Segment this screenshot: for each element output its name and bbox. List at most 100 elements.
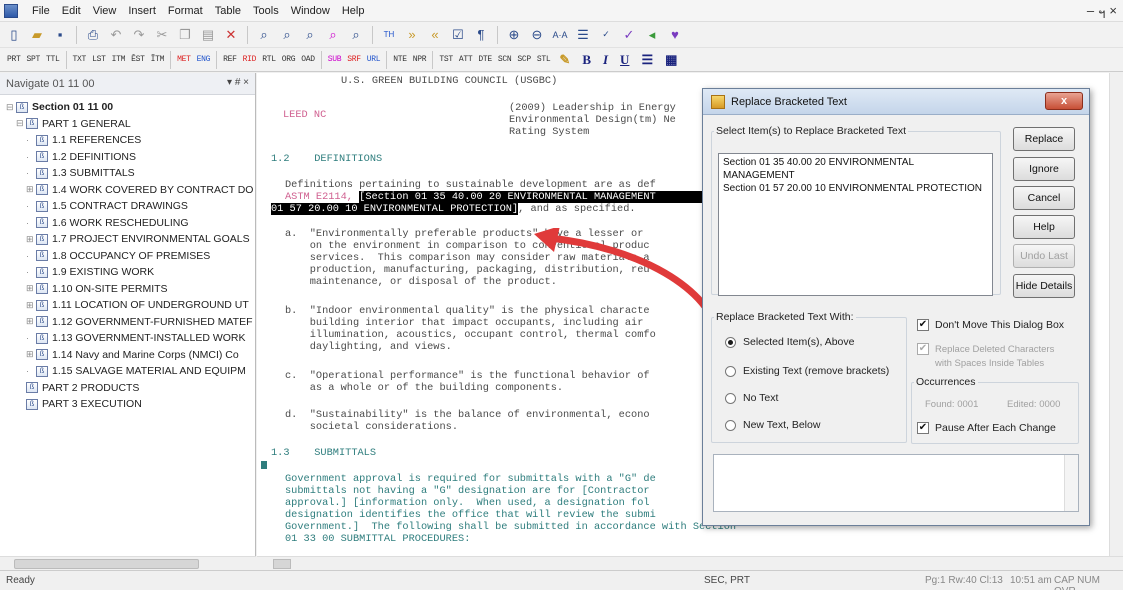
help-icon[interactable]: ♥ <box>665 25 685 45</box>
list-item[interactable]: Section 01 35 40.00 20 ENVIRONMENTAL MAN… <box>723 156 988 182</box>
cancel-button[interactable]: Cancel <box>1013 186 1075 210</box>
tag-button-itm[interactable]: ITM <box>109 55 129 64</box>
highlight-pen-icon[interactable]: ✎ <box>553 52 576 68</box>
menu-table[interactable]: Table <box>209 5 247 17</box>
tag-button-ref[interactable]: REF <box>220 55 240 64</box>
menu-tools[interactable]: Tools <box>247 5 285 17</box>
dialog-close-button[interactable]: x <box>1045 92 1083 110</box>
tree-item[interactable]: · ß 1.13 GOVERNMENT-INSTALLED WORK <box>6 330 255 347</box>
tag-view-icon[interactable]: TH <box>379 25 399 45</box>
radio-existing-text[interactable]: Existing Text (remove brackets) <box>725 365 889 377</box>
paste-icon[interactable]: ▤ <box>198 25 218 45</box>
tag-button-scn[interactable]: SCN <box>495 55 515 64</box>
tree-item[interactable]: ⊟ ß PART 1 GENERAL <box>6 116 255 133</box>
tag-button-ĩtm[interactable]: ĨTM <box>148 55 168 64</box>
hide-details-button[interactable]: Hide Details <box>1013 274 1075 298</box>
dialog-titlebar[interactable]: Replace Bracketed Text <box>703 89 1089 115</box>
table-icon[interactable]: ▦ <box>659 52 683 68</box>
tag-button-eng[interactable]: ENG <box>194 55 214 64</box>
find-next-icon[interactable]: ⌕ <box>277 25 297 45</box>
tag-button-url[interactable]: URL <box>364 55 384 64</box>
check-tags-icon[interactable]: ☑ <box>448 25 468 45</box>
ignore-button[interactable]: Ignore <box>1013 157 1075 181</box>
tree-item[interactable]: · ß 1.5 CONTRACT DRAWINGS <box>6 198 255 215</box>
find-icon[interactable]: ⌕ <box>254 25 274 45</box>
dont-move-checkbox[interactable]: ✔ Don't Move This Dialog Box <box>917 319 1064 331</box>
tree-item[interactable]: · ß 1.9 EXISTING WORK <box>6 264 255 281</box>
find-replace-icon[interactable]: ⌕ <box>346 25 366 45</box>
tree-item[interactable]: ß PART 2 PRODUCTS <box>6 380 255 397</box>
menu-help[interactable]: Help <box>336 5 371 17</box>
restore-icon[interactable]: ฯ <box>1098 3 1105 24</box>
minimize-icon[interactable]: – <box>1087 3 1094 24</box>
scroll-thumb[interactable] <box>273 559 291 569</box>
font-size-icon[interactable]: A·A <box>550 25 570 45</box>
doc-bracket-2[interactable]: 01 57 20.00 10 ENVIRONMENTAL PROTECTION] <box>271 203 519 215</box>
radio-new-text[interactable]: New Text, Below <box>725 419 820 431</box>
tag-button-nte[interactable]: NTE <box>390 55 410 64</box>
close-icon[interactable]: × <box>1109 3 1117 24</box>
tree-item[interactable]: · ß 1.3 SUBMITTALS <box>6 165 255 182</box>
navigator-controls[interactable]: ▾ # × <box>227 77 249 88</box>
zoom-out-icon[interactable]: ⊖ <box>527 25 547 45</box>
tree-item[interactable]: · ß 1.2 DEFINITIONS <box>6 149 255 166</box>
replace-deleted-checkbox[interactable]: ✔ Replace Deleted Characters <box>917 343 1054 355</box>
replace-button[interactable]: Replace <box>1013 127 1075 151</box>
textarea-scrollbar[interactable] <box>1064 455 1078 511</box>
menu-view[interactable]: View <box>87 5 123 17</box>
tag-button-êst[interactable]: ÊST <box>128 55 148 64</box>
zoom-in-icon[interactable]: ⊕ <box>504 25 524 45</box>
tag-button-npr[interactable]: NPR <box>410 55 430 64</box>
cut-icon[interactable]: ✂ <box>152 25 172 45</box>
tree-item[interactable]: · ß 1.15 SALVAGE MATERIAL AND EQUIPM <box>6 363 255 380</box>
tree-item[interactable]: · ß 1.8 OCCUPANCY OF PREMISES <box>6 248 255 265</box>
delete-icon[interactable]: ✕ <box>221 25 241 45</box>
tag-button-ttl[interactable]: TTL <box>43 55 63 64</box>
radio-selected-items[interactable]: Selected Item(s), Above <box>725 336 854 348</box>
undo-icon[interactable]: ↶ <box>106 25 126 45</box>
expand-toggle-icon[interactable]: ⊞ <box>26 349 36 360</box>
expand-toggle-icon[interactable]: ⊟ <box>6 102 16 113</box>
document-hscrollbar[interactable] <box>257 556 1123 570</box>
copy-icon[interactable]: ❐ <box>175 25 195 45</box>
document-vscrollbar[interactable] <box>1109 73 1123 556</box>
tree-item[interactable]: ⊞ ß 1.7 PROJECT ENVIRONMENTAL GOALS <box>6 231 255 248</box>
step-back-icon[interactable]: « <box>425 25 445 45</box>
tag-button-lst[interactable]: LST <box>89 55 109 64</box>
menu-window[interactable]: Window <box>285 5 336 17</box>
undo-last-button[interactable]: Undo Last <box>1013 244 1075 268</box>
tag-button-stl[interactable]: STL <box>534 55 554 64</box>
tree-item[interactable]: ⊞ ß 1.10 ON-SITE PERMITS <box>6 281 255 298</box>
menu-format[interactable]: Format <box>162 5 209 17</box>
new-file-icon[interactable]: ▯ <box>4 25 24 45</box>
expand-toggle-icon[interactable]: ⊞ <box>26 234 36 245</box>
step-forward-icon[interactable]: » <box>402 25 422 45</box>
tag-button-org[interactable]: ORG <box>279 55 299 64</box>
redo-icon[interactable]: ↷ <box>129 25 149 45</box>
find-bracket-icon[interactable]: ⌕ <box>300 25 320 45</box>
spell-check-icon[interactable]: ✓ <box>596 25 616 45</box>
previous-icon[interactable]: ◂ <box>642 25 662 45</box>
expand-toggle-icon[interactable]: ⊞ <box>26 316 36 327</box>
new-text-input[interactable] <box>713 454 1079 512</box>
tag-button-oad[interactable]: OAD <box>298 55 318 64</box>
align-icon[interactable]: ☰ <box>635 52 659 68</box>
tag-button-spt[interactable]: SPT <box>24 55 44 64</box>
tag-button-tst[interactable]: TST <box>436 55 456 64</box>
help-button[interactable]: Help <box>1013 215 1075 239</box>
tag-button-att[interactable]: ATT <box>456 55 476 64</box>
tag-button-srf[interactable]: SRF <box>344 55 364 64</box>
expand-toggle-icon[interactable]: ⊞ <box>26 300 36 311</box>
tree-item[interactable]: ⊞ ß 1.14 Navy and Marine Corps (NMCI) Co <box>6 347 255 364</box>
scroll-thumb[interactable] <box>14 559 199 569</box>
print-icon[interactable]: ⎙ <box>83 25 103 45</box>
tag-button-scp[interactable]: SCP <box>514 55 534 64</box>
tree-item[interactable]: · ß 1.6 WORK RESCHEDULING <box>6 215 255 232</box>
tag-button-txt[interactable]: TXT <box>70 55 90 64</box>
navigator-hscrollbar[interactable] <box>0 556 256 570</box>
find-tagged-icon[interactable]: ⌕ <box>323 25 343 45</box>
format-check-icon[interactable]: ✓ <box>619 25 639 45</box>
tag-button-dte[interactable]: DTE <box>475 55 495 64</box>
tag-button-sub[interactable]: SUB <box>325 55 345 64</box>
tag-button-prt[interactable]: PRT <box>4 55 24 64</box>
